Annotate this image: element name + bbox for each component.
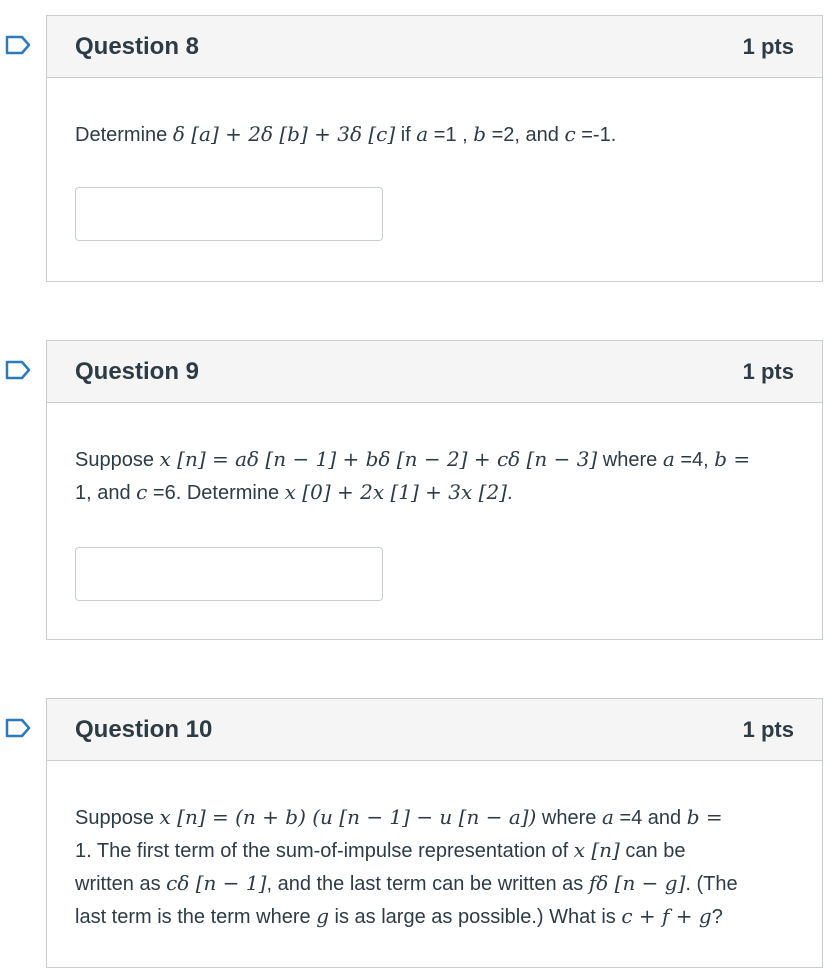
question-text: Suppose x [n] = (n + b) (u [n − 1] − u […: [75, 801, 794, 933]
question-card: Question 8 1 pts Determine δ [a] + 2δ [b…: [46, 15, 823, 282]
question-points: 1 pts: [742, 358, 794, 384]
math-expression: x [0] + 2x [1] + 3x [2]: [284, 480, 507, 504]
text: 1. The first term of the sum-of-impulse …: [75, 840, 574, 862]
math-expression: c + f + g: [621, 904, 712, 928]
text: Determine: [75, 124, 173, 146]
question-header: Question 8 1 pts: [47, 16, 822, 78]
question-card: Question 10 1 pts Suppose x [n] = (n + b…: [46, 698, 823, 968]
question-title: Question 8: [75, 32, 200, 60]
question-body: Suppose x [n] = (n + b) (u [n − 1] − u […: [47, 801, 822, 933]
answer-input[interactable]: [75, 187, 383, 241]
math-var: c: [136, 480, 148, 504]
text: if: [395, 124, 417, 146]
math-var: b: [473, 122, 487, 146]
text: Suppose: [75, 449, 160, 471]
question-title: Question 10: [75, 715, 213, 743]
text: ?: [711, 906, 723, 928]
text: =: [727, 447, 751, 471]
text: =: [699, 805, 723, 829]
math-var: a: [416, 122, 429, 146]
text: Suppose: [75, 807, 160, 829]
math-var: g: [316, 904, 329, 928]
math-expression: x [n] = (n + b) (u [n − 1] − u [n − a]): [159, 805, 537, 829]
math-var: a: [601, 805, 614, 829]
math-expression: cδ [n − 1]: [166, 871, 267, 895]
text: =4,: [674, 449, 715, 471]
question-body: Determine δ [a] + 2δ [b] + 3δ [c] if a =…: [47, 118, 822, 241]
text: last term is the term where: [75, 906, 317, 928]
text: written as: [75, 873, 167, 895]
text: 1, and: [75, 482, 137, 504]
math-expression: δ [a] + 2δ [b] + 3δ [c]: [172, 122, 396, 146]
math-expression: fδ [n − g]: [588, 871, 686, 895]
question-points: 1 pts: [742, 716, 794, 742]
question-title: Question 9: [75, 357, 200, 385]
text: =1 ,: [428, 124, 474, 146]
question-body: Suppose x [n] = aδ [n − 1] + bδ [n − 2] …: [47, 443, 822, 601]
question-header: Question 9 1 pts: [47, 341, 822, 403]
question-points: 1 pts: [742, 33, 794, 59]
question-card: Question 9 1 pts Suppose x [n] = aδ [n −…: [46, 340, 823, 640]
question-text: Suppose x [n] = aδ [n − 1] + bδ [n − 2] …: [75, 443, 794, 509]
bookmark-flag-icon[interactable]: [5, 35, 31, 55]
math-var: b: [714, 447, 728, 471]
text: where: [597, 449, 663, 471]
bookmark-flag-icon[interactable]: [5, 718, 31, 738]
math-var: b: [686, 805, 700, 829]
text: where: [536, 807, 602, 829]
text: , and the last term can be written as: [266, 873, 589, 895]
text: =4 and: [613, 807, 687, 829]
text: . (The: [685, 873, 738, 895]
text: is as large as possible.) What is: [329, 906, 622, 928]
text: =2, and: [486, 124, 565, 146]
question-text: Determine δ [a] + 2δ [b] + 3δ [c] if a =…: [75, 118, 794, 151]
math-var: a: [662, 447, 675, 471]
math-var: c: [564, 122, 576, 146]
text: .: [506, 482, 513, 504]
math-expression: x [n] = aδ [n − 1] + bδ [n − 2] + cδ [n …: [159, 447, 598, 471]
question-header: Question 10 1 pts: [47, 699, 822, 761]
text: can be: [619, 840, 686, 862]
answer-input[interactable]: [75, 547, 383, 601]
text: =-1.: [575, 124, 617, 146]
math-expression: x [n]: [573, 838, 620, 862]
bookmark-flag-icon[interactable]: [5, 360, 31, 380]
text: =6. Determine: [147, 482, 285, 504]
